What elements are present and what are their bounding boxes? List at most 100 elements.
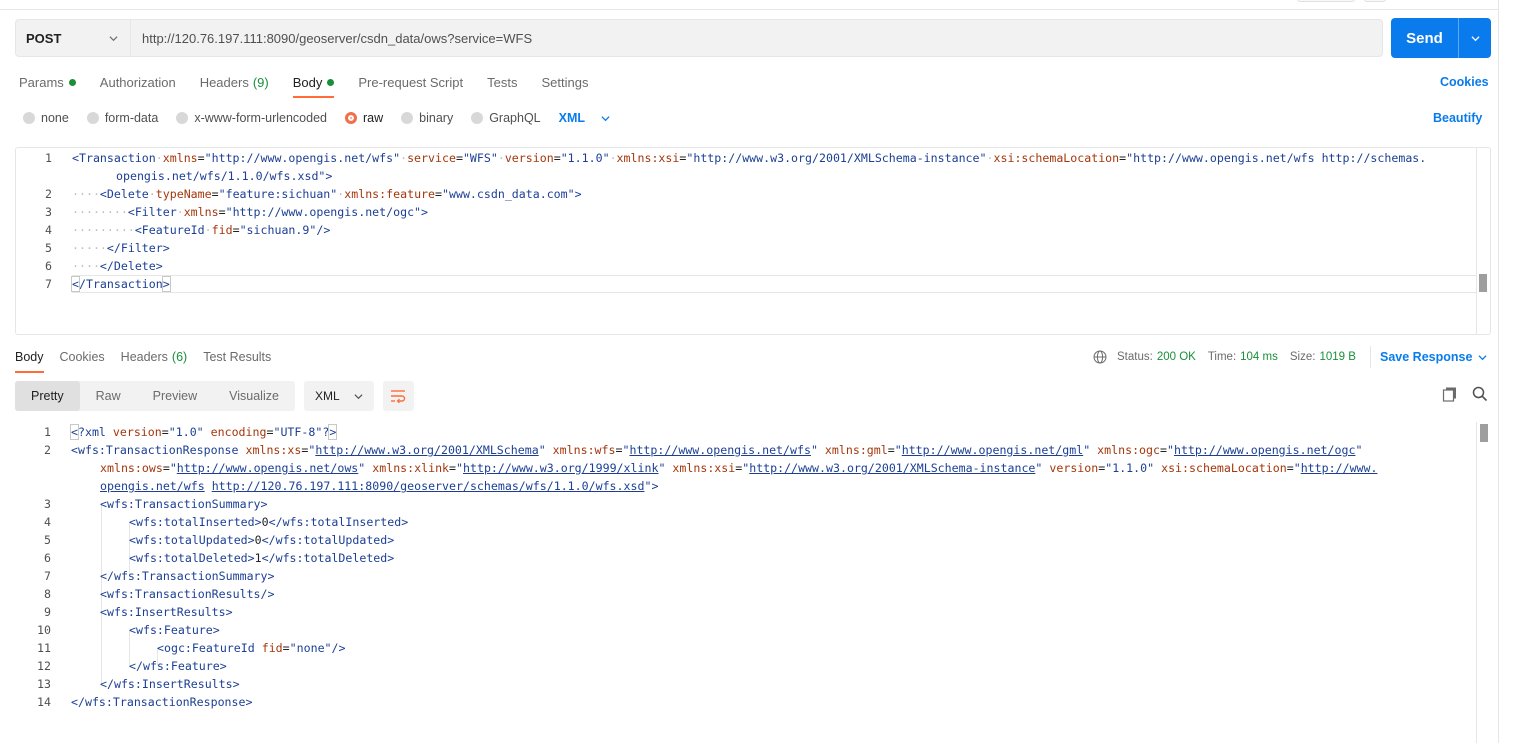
- wrap-lines-button[interactable]: [382, 381, 414, 411]
- toolbar-button-partial[interactable]: [1297, 0, 1355, 2]
- response-body-viewer[interactable]: 1 <?xml version="1.0" encoding="UTF-8"?>…: [15, 422, 1491, 743]
- chevron-down-icon: [601, 115, 610, 121]
- save-response-button[interactable]: Save Response: [1380, 350, 1487, 364]
- editor-scrollbar-track: [1476, 148, 1477, 334]
- response-format-select[interactable]: XML: [303, 381, 374, 411]
- send-options-dropdown[interactable]: [1459, 18, 1491, 58]
- toolbar-button-partial[interactable]: [1364, 0, 1386, 2]
- send-button[interactable]: Send: [1391, 18, 1491, 58]
- response-tab-headers[interactable]: Headers (6): [121, 347, 188, 367]
- tab-label: Authorization: [99, 74, 176, 90]
- line-number: 12: [37, 659, 51, 673]
- code-line: <?xml version="1.0" encoding="UTF-8"?>: [70, 424, 338, 440]
- code-line: <wfs:totalInserted>0</wfs:totalInserted>: [129, 515, 409, 529]
- divider: [1370, 346, 1371, 368]
- radio-raw[interactable]: raw: [345, 111, 383, 125]
- line-number: 6: [44, 551, 51, 565]
- line-number: 3: [45, 205, 52, 219]
- url-input[interactable]: http://120.76.197.111:8090/geoserver/csd…: [131, 20, 1382, 56]
- tab-tests[interactable]: Tests: [487, 70, 517, 94]
- editor-scrollbar-thumb[interactable]: [1479, 274, 1487, 292]
- tab-headers[interactable]: Headers (9): [200, 70, 269, 94]
- save-response-label: Save Response: [1380, 350, 1473, 364]
- radio-circle: [86, 112, 99, 124]
- radio-circle: [401, 112, 414, 124]
- status-value[interactable]: 200 OK: [1157, 351, 1196, 363]
- tab-params[interactable]: Params: [19, 70, 76, 94]
- body-type-selector: none form-data x-www-form-urlencoded raw…: [23, 108, 610, 128]
- tab-settings[interactable]: Settings: [541, 70, 588, 94]
- response-scrollbar-thumb[interactable]: [1480, 424, 1488, 442]
- code-line-wrapped: opengis.net/wfs/1.1.0/wfs.xsd">: [116, 169, 333, 183]
- view-pretty[interactable]: Pretty: [15, 381, 80, 411]
- code-line: ····<Delete·typeName="feature:sichuan"·x…: [72, 187, 582, 201]
- radio-form-data[interactable]: form-data: [86, 111, 159, 125]
- search-icon[interactable]: [1472, 386, 1488, 402]
- radio-x-www-form-urlencoded[interactable]: x-www-form-urlencoded: [176, 111, 327, 125]
- method-select[interactable]: POST: [16, 20, 131, 56]
- radio-circle: [23, 112, 35, 124]
- code-line: </Transaction>: [71, 276, 171, 292]
- code-line: ·····</Filter>: [72, 241, 170, 255]
- response-tab-body[interactable]: Body: [15, 347, 44, 373]
- radio-label: binary: [419, 111, 454, 125]
- tab-label: Pre-request Script: [358, 74, 464, 90]
- code-line: <wfs:InsertResults>: [100, 605, 233, 619]
- view-raw[interactable]: Raw: [80, 381, 137, 411]
- code-line: ·········<FeatureId·fid="sichuan.9"/>: [72, 223, 331, 237]
- tab-label: Body: [292, 74, 323, 90]
- line-number: 10: [37, 623, 51, 637]
- view-mode-segmented-control: Pretty Raw Preview Visualize: [15, 381, 295, 411]
- tab-pre-request-script[interactable]: Pre-request Script: [358, 70, 463, 94]
- radio-binary[interactable]: binary: [401, 111, 453, 125]
- cookies-link[interactable]: Cookies: [1440, 75, 1489, 89]
- view-preview[interactable]: Preview: [137, 381, 213, 411]
- globe-icon[interactable]: [1093, 350, 1107, 364]
- tab-label: Headers: [120, 350, 168, 364]
- line-number: 2: [45, 187, 52, 201]
- response-tab-test-results[interactable]: Test Results: [203, 347, 271, 367]
- code-line: <wfs:totalDeleted>1</wfs:totalDeleted>: [129, 551, 395, 565]
- code-line: <ogc:FeatureId fid="none"/>: [157, 641, 346, 655]
- size-value[interactable]: 1019 B: [1319, 351, 1355, 363]
- line-number: 4: [45, 223, 52, 237]
- code-line: <wfs:TransactionResponse xmlns:xs="http:…: [71, 443, 1363, 457]
- code-line: </wfs:TransactionResponse>: [71, 695, 253, 709]
- request-body-editor[interactable]: 1 <Transaction·xmlns="http://www.opengis…: [15, 147, 1491, 335]
- tab-label: Tests: [487, 74, 518, 90]
- line-number: 11: [37, 641, 51, 655]
- code-line: <wfs:Feature>: [129, 623, 220, 637]
- tab-label: Test Results: [203, 350, 272, 364]
- view-visualize[interactable]: Visualize: [213, 381, 295, 411]
- response-tab-cookies[interactable]: Cookies: [60, 347, 105, 367]
- code-line-wrapped: xmlns:ows="http://www.opengis.net/ows" x…: [100, 461, 1378, 475]
- beautify-link[interactable]: Beautify: [1433, 111, 1482, 125]
- request-bar: POST http://120.76.197.111:8090/geoserve…: [15, 19, 1383, 57]
- radio-label: GraphQL: [489, 111, 541, 125]
- code-line: </wfs:TransactionSummary>: [100, 569, 275, 583]
- radio-label: form-data: [104, 111, 159, 125]
- headers-count: (6): [171, 350, 188, 364]
- chevron-down-icon: [1470, 35, 1480, 41]
- request-tabs: Params Authorization Headers (9) Body Pre…: [19, 70, 612, 98]
- code-line: <wfs:TransactionResults/>: [100, 587, 275, 601]
- raw-language-select[interactable]: XML: [559, 111, 610, 125]
- tab-label: Body: [15, 350, 44, 364]
- line-number: 6: [45, 259, 52, 273]
- line-number: 1: [44, 425, 51, 439]
- radio-none[interactable]: none: [23, 111, 69, 125]
- line-number: 7: [45, 277, 52, 291]
- tab-label: Params: [19, 74, 64, 90]
- copy-icon[interactable]: [1442, 386, 1458, 402]
- code-line-wrapped: opengis.net/wfs http://120.76.197.111:80…: [100, 479, 659, 493]
- time-label: Time:: [1207, 351, 1237, 363]
- tab-body[interactable]: Body: [292, 70, 335, 98]
- radio-circle: [471, 112, 484, 124]
- line-number: 3: [44, 497, 51, 511]
- time-value[interactable]: 104 ms: [1240, 351, 1278, 363]
- tab-authorization[interactable]: Authorization: [100, 70, 176, 94]
- tab-label: Settings: [541, 74, 589, 90]
- radio-graphql[interactable]: GraphQL: [471, 111, 541, 125]
- radio-label: x-www-form-urlencoded: [194, 111, 327, 125]
- top-toolbar-strip: [0, 0, 1499, 10]
